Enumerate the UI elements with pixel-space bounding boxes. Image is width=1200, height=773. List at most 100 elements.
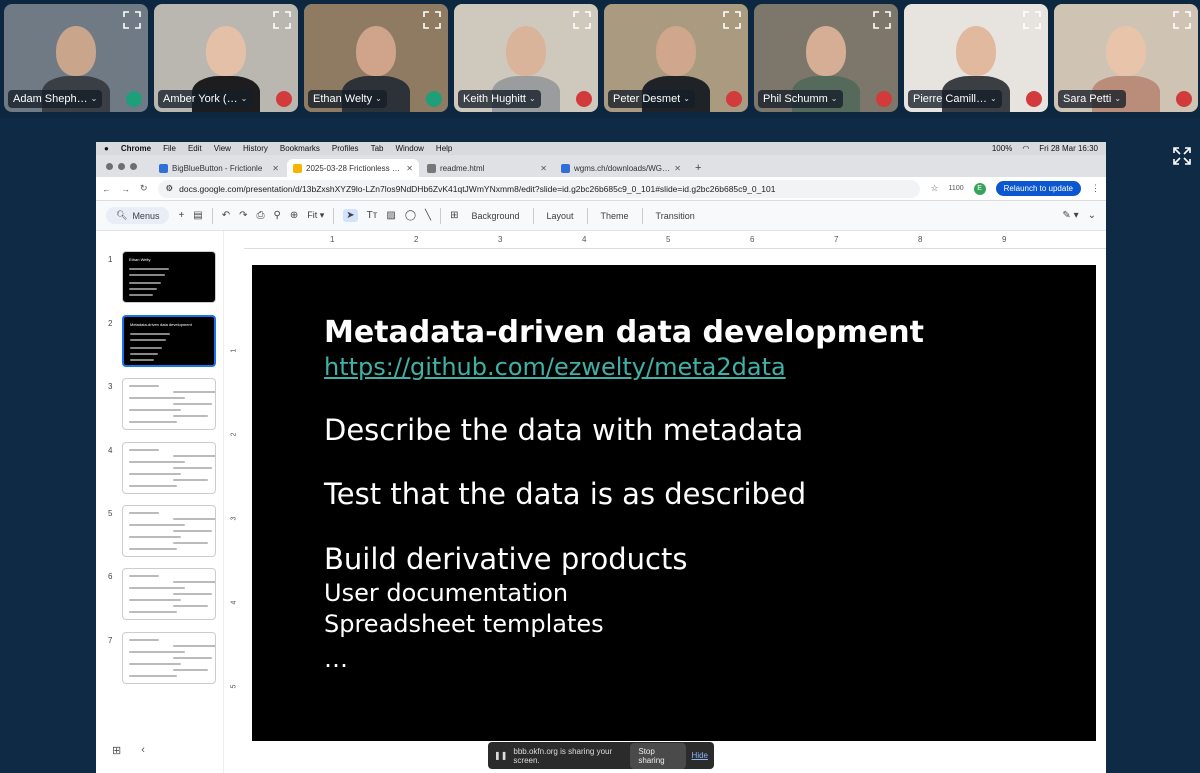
slide-thumbnail-row[interactable]: 4 <box>96 442 224 498</box>
expand-video-icon[interactable] <box>1022 10 1042 30</box>
menu-profiles[interactable]: Profiles <box>332 144 359 153</box>
expand-video-icon[interactable] <box>422 10 442 30</box>
extension-badge[interactable]: 1100 <box>949 185 964 192</box>
fullscreen-icon[interactable] <box>1172 146 1192 166</box>
shape-icon[interactable]: ◯ <box>405 210 416 221</box>
collapse-toolbar-icon[interactable]: ⌄ <box>1088 210 1096 221</box>
menu-history[interactable]: History <box>243 144 268 153</box>
slide-point-test[interactable]: Test that the data is as described <box>324 477 806 511</box>
slide-subpoint-docs[interactable]: User documentation <box>324 579 568 607</box>
participant-name[interactable]: Adam Sheph… ⌄ <box>8 90 103 108</box>
close-tab-icon[interactable]: ✕ <box>674 164 681 173</box>
tab-bigbluebutton[interactable]: BigBlueButton - Frictionle ✕ <box>153 159 285 177</box>
zoom-window-icon[interactable] <box>130 162 137 170</box>
participant-tile[interactable]: Peter Desmet ⌄ <box>604 4 748 112</box>
expand-video-icon[interactable] <box>1172 10 1192 30</box>
participant-tile[interactable]: Amber York (… ⌄ <box>154 4 298 112</box>
slide-thumbnail-row[interactable]: 7 <box>96 632 224 688</box>
new-slide-layout-icon[interactable]: ▤ <box>193 210 202 221</box>
forward-icon[interactable]: → <box>121 184 130 194</box>
close-tab-icon[interactable]: ✕ <box>406 164 413 173</box>
slide-thumbnail[interactable]: Metadata-driven data development <box>122 315 216 367</box>
slide-title[interactable]: Metadata-driven data development <box>324 315 924 350</box>
slide-thumbnail[interactable] <box>122 632 216 684</box>
new-tab-button[interactable]: + <box>689 159 707 177</box>
minimize-window-icon[interactable] <box>118 162 125 170</box>
reload-icon[interactable]: ↻ <box>140 183 148 194</box>
transition-button[interactable]: Transition <box>652 209 699 223</box>
participant-tile[interactable]: Keith Hughitt ⌄ <box>454 4 598 112</box>
apple-icon[interactable]: ● <box>104 144 109 153</box>
close-window-icon[interactable] <box>106 162 113 170</box>
menu-window[interactable]: Window <box>395 144 423 153</box>
url-bar[interactable]: ⚙ docs.google.com/presentation/d/13bZxsh… <box>157 179 921 198</box>
select-cursor-icon[interactable]: ➤ <box>343 209 358 222</box>
paint-format-icon[interactable]: ⚲ <box>274 210 281 221</box>
participant-tile[interactable]: Adam Sheph… ⌄ <box>4 4 148 112</box>
profile-avatar[interactable]: E <box>973 182 986 195</box>
participant-name[interactable]: Pierre Camill… ⌄ <box>908 90 1002 108</box>
slide-thumbnail[interactable] <box>122 568 216 620</box>
slide-thumbnail[interactable] <box>122 442 216 494</box>
menu-tab[interactable]: Tab <box>371 144 384 153</box>
expand-video-icon[interactable] <box>872 10 892 30</box>
text-box-icon[interactable]: Tт <box>367 210 378 221</box>
wifi-icon[interactable]: ◠ <box>1022 144 1029 153</box>
participant-tile[interactable]: Phil Schumm ⌄ <box>754 4 898 112</box>
participant-name[interactable]: Amber York (… ⌄ <box>158 90 253 108</box>
slide-thumbnail-row[interactable]: 3 <box>96 378 224 434</box>
line-icon[interactable]: ╲ <box>425 210 431 221</box>
zoom-select[interactable]: Fit ▾ <box>307 210 324 221</box>
menu-bookmarks[interactable]: Bookmarks <box>280 144 320 153</box>
slide-subpoint-templates[interactable]: Spreadsheet templates <box>324 610 604 638</box>
slide-point-describe[interactable]: Describe the data with metadata <box>324 413 803 447</box>
site-info-icon[interactable]: ⚙ <box>166 183 174 194</box>
slide-thumbnail[interactable] <box>122 378 216 430</box>
expand-video-icon[interactable] <box>572 10 592 30</box>
layout-button[interactable]: Layout <box>543 209 578 223</box>
slide-thumbnail-row[interactable]: 2 Metadata-driven data development <box>96 315 224 371</box>
slide-thumbnail[interactable]: Ethan Welty <box>122 251 216 303</box>
zoom-icon[interactable]: ⊕ <box>290 210 298 221</box>
comment-icon[interactable]: ⊞ <box>450 210 458 221</box>
bookmark-star-icon[interactable]: ☆ <box>930 183 938 194</box>
menu-edit[interactable]: Edit <box>188 144 202 153</box>
slide-thumbnail[interactable] <box>122 505 216 557</box>
participant-name[interactable]: Ethan Welty ⌄ <box>308 90 387 108</box>
undo-icon[interactable]: ↶ <box>222 210 230 221</box>
menu-file[interactable]: File <box>163 144 176 153</box>
expand-video-icon[interactable] <box>722 10 742 30</box>
menu-app[interactable]: Chrome <box>121 144 151 153</box>
slide-link[interactable]: https://github.com/ezwelty/meta2data <box>324 353 786 381</box>
expand-video-icon[interactable] <box>122 10 142 30</box>
slide-point-build[interactable]: Build derivative products <box>324 542 687 576</box>
slide-thumbnail-row[interactable]: 5 <box>96 505 224 561</box>
image-icon[interactable]: ▨ <box>386 210 395 221</box>
participant-tile[interactable]: Pierre Camill… ⌄ <box>904 4 1048 112</box>
slide-subpoint-ellipsis[interactable]: … <box>324 645 348 673</box>
background-button[interactable]: Background <box>467 209 523 223</box>
add-icon[interactable]: + <box>178 210 184 221</box>
print-icon[interactable]: ⎙ <box>257 210 265 221</box>
close-tab-icon[interactable]: ✕ <box>540 164 547 173</box>
participant-tile[interactable]: Ethan Welty ⌄ <box>304 4 448 112</box>
theme-button[interactable]: Theme <box>597 209 633 223</box>
relaunch-button[interactable]: Relaunch to update <box>995 181 1081 196</box>
close-tab-icon[interactable]: ✕ <box>272 164 279 173</box>
hide-banner-link[interactable]: Hide <box>692 751 708 760</box>
participant-name[interactable]: Keith Hughitt ⌄ <box>458 90 541 108</box>
menus-search[interactable]: 🔍︎ Menus <box>106 207 170 224</box>
grid-view-icon[interactable]: ⊞ <box>112 744 121 757</box>
redo-icon[interactable]: ↷ <box>239 210 247 221</box>
menu-help[interactable]: Help <box>436 144 452 153</box>
participant-tile[interactable]: Sara Petti ⌄ <box>1054 4 1198 112</box>
tab-slides[interactable]: 2025-03-28 Frictionless Sum ✕ <box>287 159 419 177</box>
slide-canvas[interactable]: Metadata-driven data development https:/… <box>252 265 1096 741</box>
menu-view[interactable]: View <box>214 144 231 153</box>
stop-sharing-button[interactable]: Stop sharing <box>630 742 686 769</box>
participant-name[interactable]: Peter Desmet ⌄ <box>608 90 695 108</box>
participant-name[interactable]: Phil Schumm ⌄ <box>758 90 843 108</box>
kebab-menu-icon[interactable]: ⋮ <box>1091 183 1100 194</box>
slide-thumbnail-row[interactable]: 6 <box>96 568 224 624</box>
tab-readme[interactable]: readme.html ✕ <box>421 159 553 177</box>
